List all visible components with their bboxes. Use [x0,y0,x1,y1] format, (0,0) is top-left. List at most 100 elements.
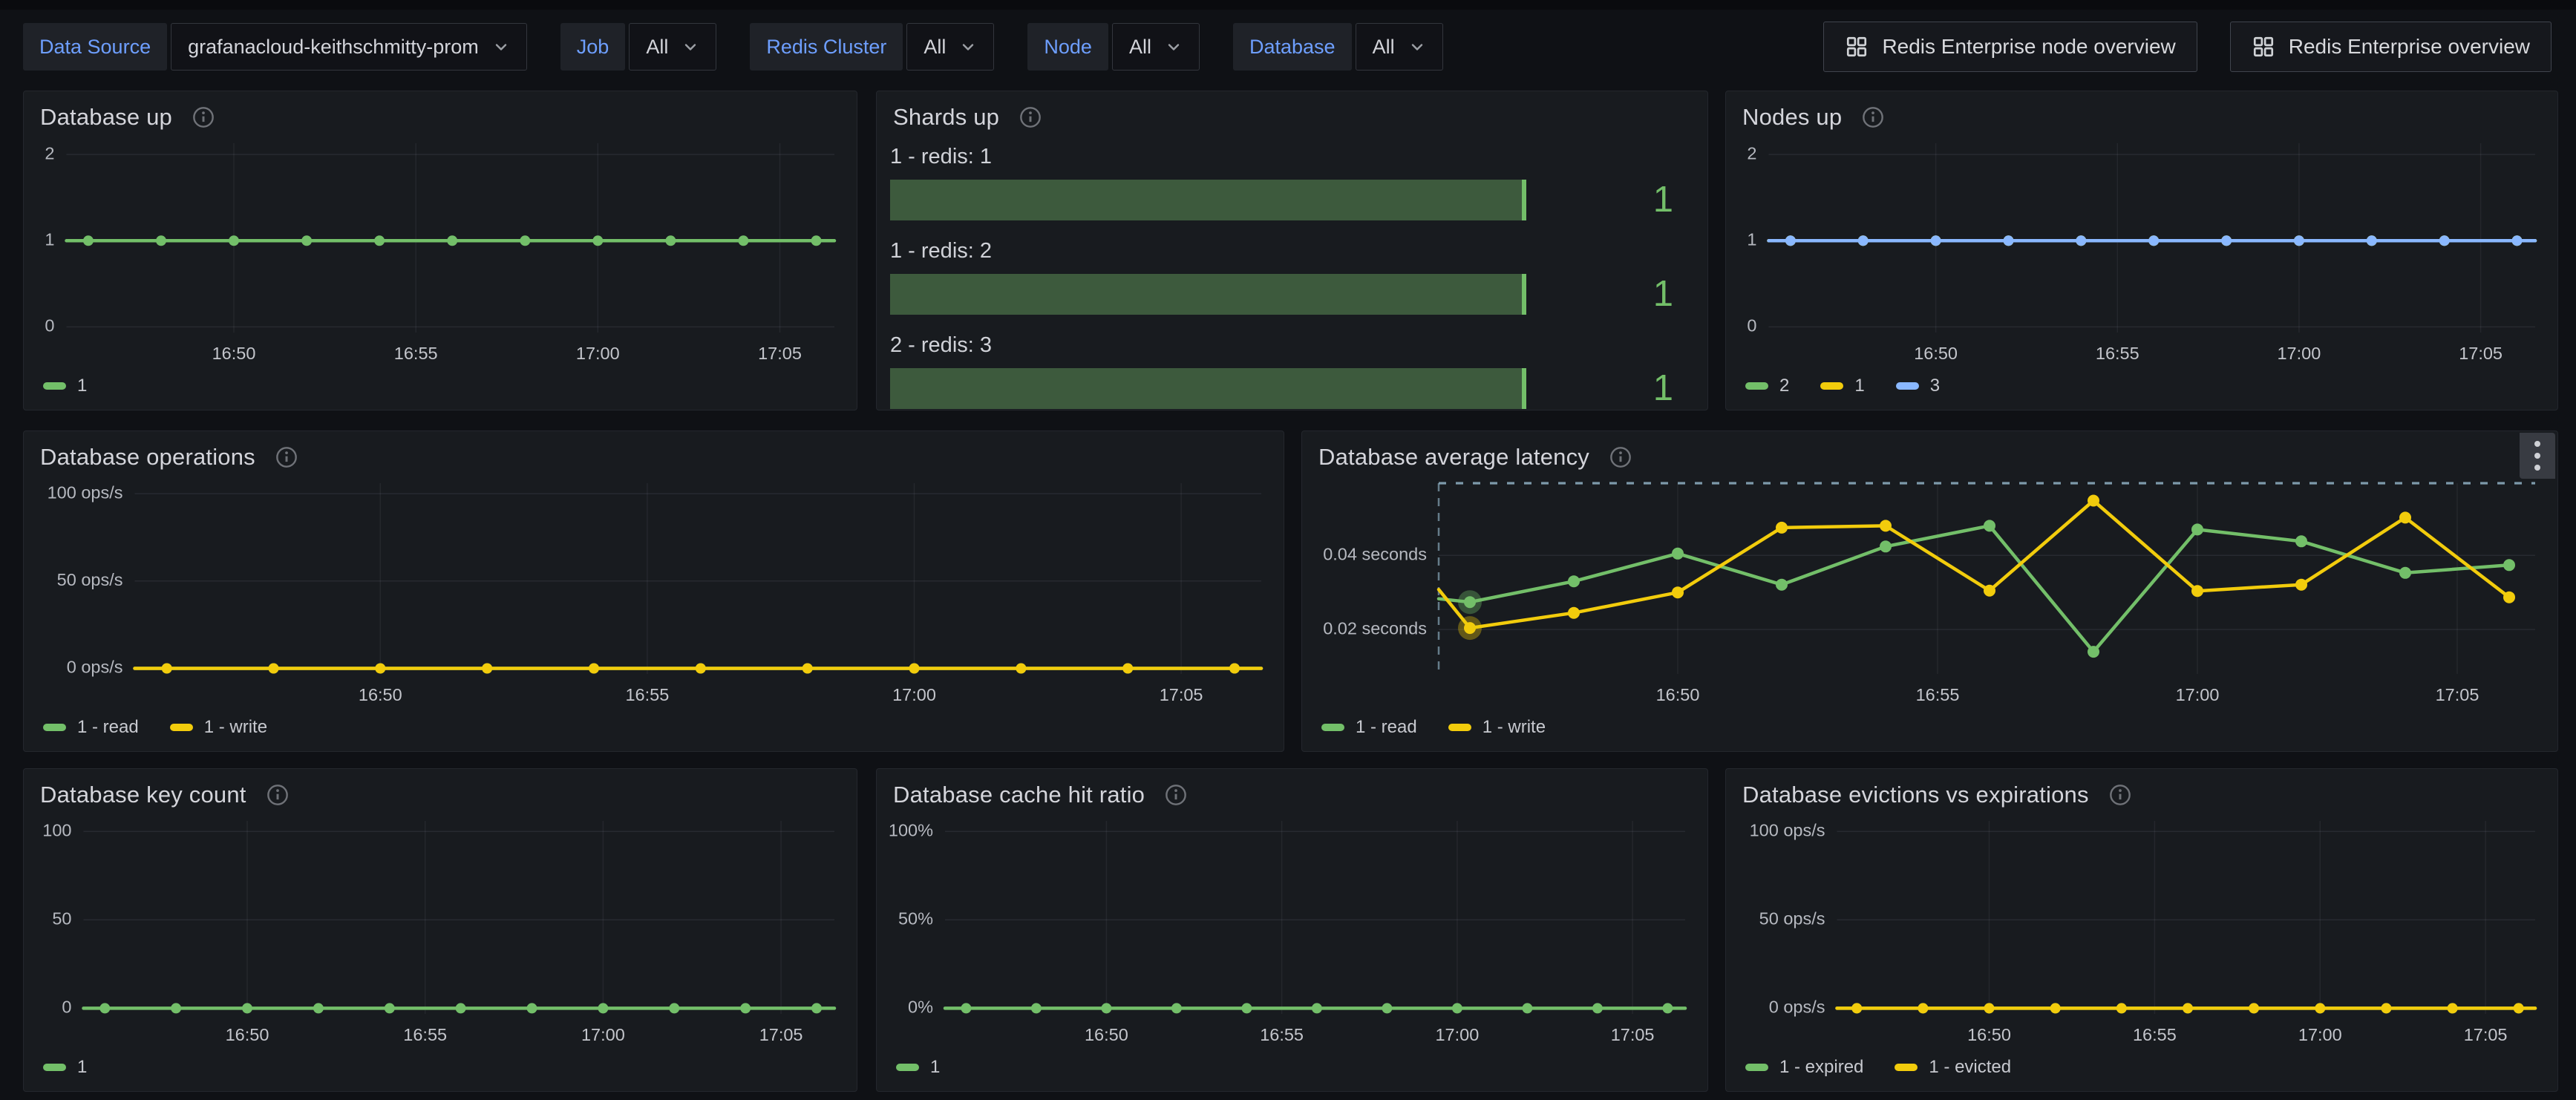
svg-text:16:50: 16:50 [359,685,402,704]
panel-title[interactable]: Database evictions vs expirations [1742,782,2089,808]
panel-title[interactable]: Database cache hit ratio [893,782,1145,808]
svg-text:2: 2 [45,143,54,163]
legend-color-swatch [1745,382,1768,390]
panel-header: Database operations [36,439,1272,476]
legend-item[interactable]: 1 [896,1057,940,1078]
svg-text:16:55: 16:55 [394,344,438,363]
panel-title[interactable]: Database average latency [1318,444,1589,471]
filter-select[interactable]: All [1356,23,1443,71]
chevron-down-icon [1165,38,1183,56]
timeseries-chart-database-key-count[interactable]: 05010016:5016:5517:0017:05 [36,813,845,1050]
legend-item[interactable]: 1 [1820,376,1864,396]
filter-selected-value: grafanacloud-keithschmitty-prom [188,36,479,59]
panel-title[interactable]: Database key count [40,782,246,808]
svg-text:17:00: 17:00 [1435,1025,1479,1044]
legend-color-swatch [43,724,66,731]
panel-database-up: Database up 01216:5016:5517:0017:05 1 [23,91,857,410]
dashboard-link-button[interactable]: Redis Enterprise overview [2230,22,2552,72]
svg-text:100: 100 [42,821,71,840]
panel-title[interactable]: Database up [40,104,172,131]
bar-gauge-row: 1 - redis: 11 [890,145,1696,220]
legend-label: 2 [1779,376,1789,396]
dashboard-grid-icon [2252,35,2275,59]
legend-item[interactable]: 1 - write [170,717,267,738]
info-icon[interactable] [1019,105,1042,129]
filter-select[interactable]: grafanacloud-keithschmitty-prom [171,23,527,71]
info-icon[interactable] [2108,783,2132,807]
filter-select[interactable]: All [629,23,716,71]
panel-header: Database up [36,99,845,136]
info-icon[interactable] [192,105,215,129]
panel-header: Database cache hit ratio [889,776,1696,813]
filter-group: Data Source grafanacloud-keithschmitty-pr… [23,23,527,71]
svg-text:100%: 100% [889,821,933,840]
bar-gauge-row: 2 - redis: 3 1 [890,333,1696,409]
svg-text:0: 0 [1747,316,1756,335]
filter-select[interactable]: All [906,23,994,71]
bar-gauge-track: 1 [890,179,1696,220]
chevron-down-icon [681,38,699,56]
legend-label: 1 [1854,376,1864,396]
info-icon[interactable] [1609,445,1632,469]
svg-text:17:00: 17:00 [2277,344,2321,363]
bar-gauge-shards-up[interactable]: 1 - redis: 11 1 - redis: 2 1 2 - redis: 3 1 [889,136,1696,409]
bar-gauge-label: 2 - redis: 3 [890,333,1696,358]
legend-color-swatch [1896,382,1919,390]
legend-item[interactable]: 3 [1896,376,1940,396]
timeseries-chart-database-average-latency[interactable]: 0.02 seconds0.04 seconds16:5016:5517:001… [1314,476,2546,710]
legend-item[interactable]: 1 - read [1321,717,1417,738]
dashboard-link-button[interactable]: Redis Enterprise node overview [1823,22,2197,72]
panel-shards-up: Shards up 1 - redis: 111 - redis: 212 - … [876,91,1708,410]
legend-item[interactable]: 1 - read [43,717,139,738]
timeseries-chart-database-operations[interactable]: 0 ops/s50 ops/s100 ops/s16:5016:5517:001… [36,476,1272,710]
svg-text:16:55: 16:55 [1916,685,1960,704]
svg-text:17:05: 17:05 [2464,1025,2508,1044]
legend-label: 1 - evicted [1929,1057,2011,1078]
legend-color-swatch [1448,724,1471,731]
legend-label: 1 [77,1057,87,1078]
panel-database-operations: Database operations 0 ops/s50 ops/s100 o… [23,430,1284,752]
filter-selected-value: All [1129,36,1151,59]
legend-label: 1 - read [1356,717,1417,738]
panel-title[interactable]: Shards up [893,104,999,131]
bar-gauge-value: 1 [1526,367,1696,409]
filter-label: Data Source [23,23,167,71]
svg-text:0.04 seconds: 0.04 seconds [1323,545,1427,564]
info-icon[interactable] [275,445,298,469]
filter-group: Redis ClusterAll [750,23,994,71]
panel-title[interactable]: Nodes up [1742,104,1842,131]
panel-database-cache-hit-ratio: Database cache hit ratio 0%50%100%16:501… [876,768,1708,1092]
timeseries-chart-database-evictions-vs-expirations[interactable]: 0 ops/s50 ops/s100 ops/s16:5016:5517:001… [1738,813,2546,1050]
template-variable-filters: Data Source grafanacloud-keithschmitty-pr… [23,23,1443,71]
legend-item[interactable]: 2 [1745,376,1789,396]
legend-item[interactable]: 1 - expired [1745,1057,1863,1078]
filter-selected-value: All [1373,36,1395,59]
legend-item[interactable]: 1 - evicted [1895,1057,2011,1078]
svg-text:17:05: 17:05 [1611,1025,1655,1044]
svg-text:17:00: 17:00 [576,344,620,363]
info-icon[interactable] [1861,105,1885,129]
timeseries-chart-database-cache-hit-ratio[interactable]: 0%50%100%16:5016:5517:0017:05 [889,813,1696,1050]
panel-menu-kebab-icon[interactable] [2520,433,2555,479]
svg-text:50 ops/s: 50 ops/s [57,570,123,589]
dashboard-links: Redis Enterprise node overview Redis Ente… [1823,22,2552,72]
legend-item[interactable]: 1 - write [1448,717,1546,738]
legend-item[interactable]: 1 [43,1057,87,1078]
svg-text:100 ops/s: 100 ops/s [48,482,123,502]
panel-title[interactable]: Database operations [40,444,255,471]
panel-header: Shards up [889,99,1696,136]
legend-label: 3 [1930,376,1940,396]
filter-select[interactable]: All [1112,23,1200,71]
legend-item[interactable]: 1 [43,376,87,396]
info-icon[interactable] [1164,783,1188,807]
window-top-edge [0,0,2576,10]
timeseries-chart-database-up[interactable]: 01216:5016:5517:0017:05 [36,136,845,368]
bar-gauge-bar [890,274,1526,315]
timeseries-chart-nodes-up[interactable]: 01216:5016:5517:0017:05 [1738,136,2546,368]
legend-color-swatch [896,1064,919,1071]
bar-gauge-label: 1 - redis: 2 [890,239,1696,263]
info-icon[interactable] [266,783,290,807]
filter-label: Node [1027,23,1108,71]
svg-text:0: 0 [45,316,54,335]
svg-text:16:50: 16:50 [226,1025,269,1044]
